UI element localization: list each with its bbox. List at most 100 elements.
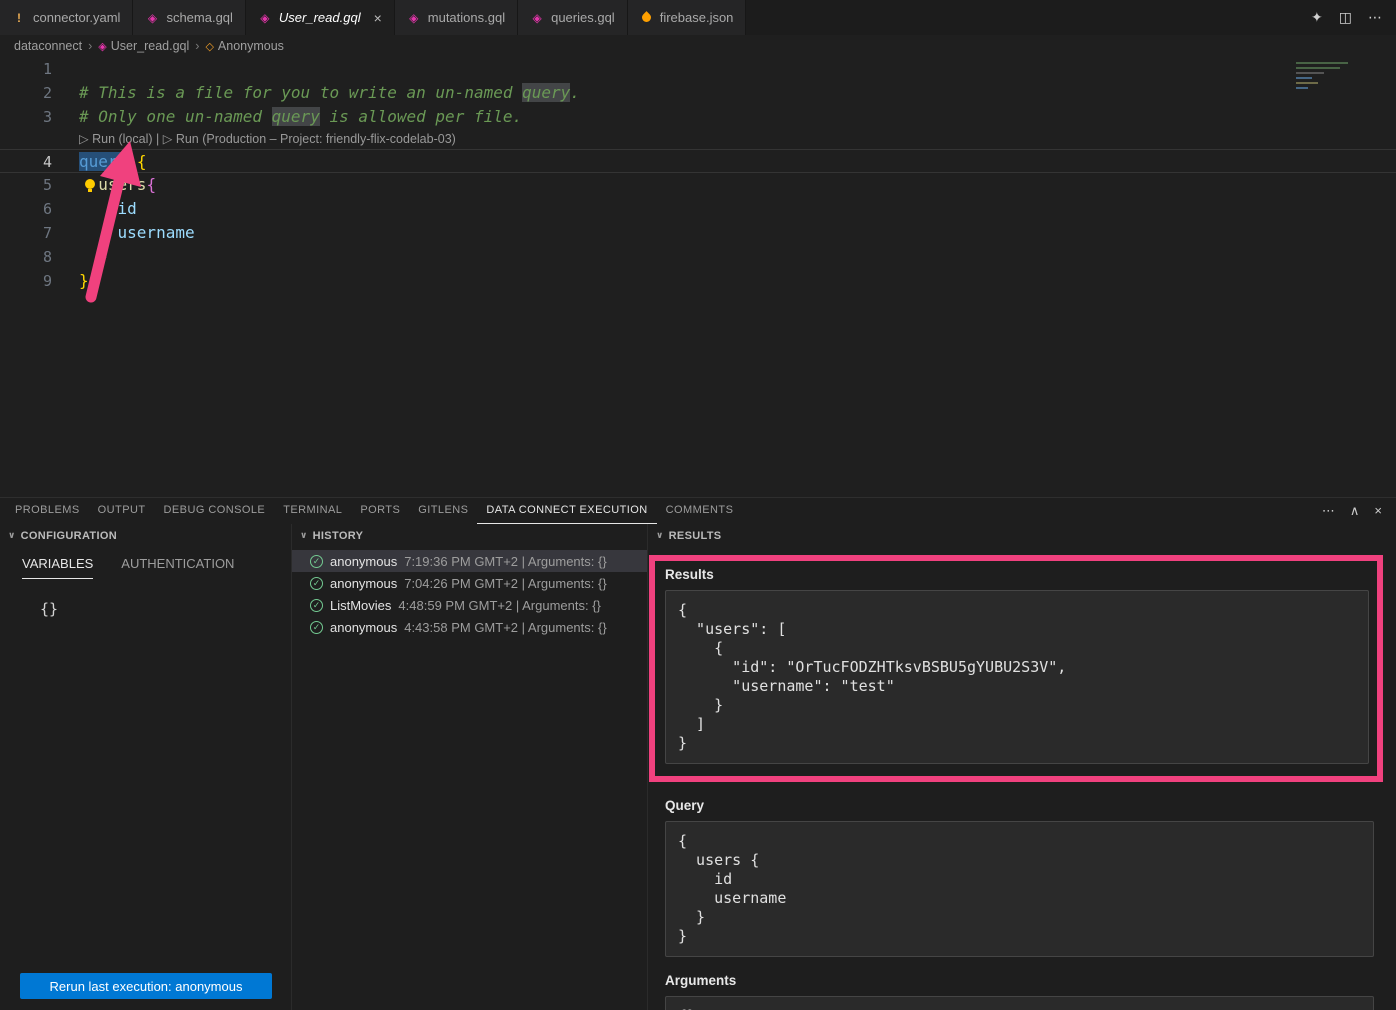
configuration-header[interactable]: ∨ CONFIGURATION bbox=[0, 524, 291, 547]
graphql-icon: ◈ bbox=[530, 11, 544, 25]
history-section: ∨ HISTORY ✓anonymous7:19:36 PM GMT+2 | A… bbox=[292, 524, 648, 1010]
panel-tab-gitlens[interactable]: GITLENS bbox=[409, 498, 477, 524]
code-text bbox=[62, 57, 79, 81]
minimap-mark bbox=[1296, 62, 1348, 64]
codelens: ▷ Run (local) | ▷ Run (Production – Proj… bbox=[0, 129, 1396, 149]
line-number: 9 bbox=[0, 269, 62, 293]
line-number: 8 bbox=[0, 245, 62, 269]
history-header[interactable]: ∨ HISTORY bbox=[292, 524, 647, 547]
tab-firebase-json[interactable]: firebase.json bbox=[628, 0, 747, 35]
panel-tab-terminal[interactable]: TERMINAL bbox=[274, 498, 351, 524]
code-lines: 12# This is a file for you to write an u… bbox=[0, 57, 1396, 293]
code-text: # This is a file for you to write an un-… bbox=[62, 81, 580, 105]
panel-tab-output[interactable]: OUTPUT bbox=[89, 498, 155, 524]
codelens-separator: | bbox=[153, 132, 163, 146]
tab-user-read-gql[interactable]: ◈User_read.gql× bbox=[246, 0, 395, 35]
pass-check-icon: ✓ bbox=[310, 555, 323, 568]
config-tab-variables[interactable]: VARIABLES bbox=[22, 556, 93, 579]
chevron-down-icon: ∨ bbox=[8, 530, 16, 541]
minimap-mark bbox=[1296, 87, 1308, 89]
code-token: username bbox=[118, 223, 195, 242]
code-token bbox=[79, 223, 118, 242]
code-token: query bbox=[522, 83, 570, 102]
panel-more-actions-icon[interactable]: ⋯ bbox=[1322, 503, 1335, 519]
result-code-results[interactable]: { "users": [ { "id": "OrTucFODZHTksvBSBU… bbox=[665, 590, 1369, 764]
breadcrumb-label: Anonymous bbox=[218, 39, 284, 53]
panel-toolbar: ⋯ ∧ × bbox=[1322, 503, 1396, 519]
code-text: query { bbox=[62, 150, 146, 172]
chevron-down-icon: ∨ bbox=[656, 530, 664, 541]
symbol-operation-icon: ◇ bbox=[205, 40, 213, 53]
code-token: } bbox=[79, 271, 89, 290]
rerun-execution-button[interactable]: Rerun last execution: anonymous bbox=[20, 973, 272, 999]
history-item-name: ListMovies bbox=[330, 598, 391, 613]
panel-tab-problems[interactable]: PROBLEMS bbox=[6, 498, 89, 524]
results-section: ∨ RESULTS Results { "users": [ { "id": "O… bbox=[648, 524, 1396, 1010]
code-editor[interactable]: 12# This is a file for you to write an u… bbox=[0, 57, 1396, 497]
tab-schema-gql[interactable]: ◈schema.gql bbox=[133, 0, 245, 35]
editor-tab-bar: !connector.yaml◈schema.gql◈User_read.gql… bbox=[0, 0, 1396, 35]
history-item-name: anonymous bbox=[330, 576, 397, 591]
variables-json-value[interactable]: {} bbox=[40, 600, 291, 618]
history-item[interactable]: ✓anonymous4:43:58 PM GMT+2 | Arguments: … bbox=[292, 616, 647, 638]
tab-label: firebase.json bbox=[660, 10, 734, 25]
breadcrumb-item-user-read-gql[interactable]: ◈ User_read.gql bbox=[98, 39, 189, 53]
tab-label: schema.gql bbox=[166, 10, 232, 25]
history-item[interactable]: ✓anonymous7:19:36 PM GMT+2 | Arguments: … bbox=[292, 550, 647, 572]
graphql-icon: ◈ bbox=[98, 40, 106, 53]
close-tab-icon[interactable]: × bbox=[374, 10, 382, 26]
result-code-arguments[interactable]: {} bbox=[665, 996, 1374, 1010]
tab-queries-gql[interactable]: ◈ queries.gql bbox=[518, 0, 628, 35]
close-panel-icon[interactable]: × bbox=[1374, 503, 1382, 519]
history-item-name: anonymous bbox=[330, 554, 397, 569]
minimap-mark bbox=[1296, 82, 1318, 84]
history-list: ✓anonymous7:19:36 PM GMT+2 | Arguments: … bbox=[292, 547, 647, 638]
panel-tab-comments[interactable]: COMMENTS bbox=[657, 498, 743, 524]
codelens-run-link[interactable]: ▷ Run (local) bbox=[79, 132, 153, 146]
minimap[interactable] bbox=[1296, 62, 1380, 92]
code-line: 7 username bbox=[0, 221, 1396, 245]
code-token: is allowed per file. bbox=[320, 107, 522, 126]
line-number: 5 bbox=[0, 173, 62, 197]
tab-label: mutations.gql bbox=[428, 10, 505, 25]
code-line: 5 users{ bbox=[0, 173, 1396, 197]
pass-check-icon: ✓ bbox=[310, 577, 323, 590]
result-section-arguments: Arguments{} bbox=[665, 973, 1374, 1010]
panel-tab-debug-console[interactable]: DEBUG CONSOLE bbox=[155, 498, 275, 524]
result-section-label: Results bbox=[665, 567, 1369, 582]
tab-mutations-gql[interactable]: ◈mutations.gql bbox=[395, 0, 518, 35]
lightbulb-icon[interactable] bbox=[85, 179, 95, 189]
breadcrumb-item-anonymous[interactable]: ◇ Anonymous bbox=[205, 39, 283, 53]
editor-toolbar: ✦ ◫ ⋯ bbox=[1311, 0, 1396, 35]
code-token: query bbox=[272, 107, 320, 126]
code-token bbox=[79, 199, 118, 218]
firebase-icon bbox=[640, 11, 653, 24]
codelens-run-link[interactable]: ▷ Run (Production – Project: friendly-fl… bbox=[163, 132, 456, 146]
tab-connector-yaml[interactable]: !connector.yaml bbox=[0, 0, 133, 35]
tab-label: queries.gql bbox=[551, 10, 615, 25]
results-header[interactable]: ∨ RESULTS bbox=[648, 524, 1396, 547]
more-actions-icon[interactable]: ⋯ bbox=[1368, 9, 1382, 26]
panel-tabs: PROBLEMSOUTPUTDEBUG CONSOLETERMINALPORTS… bbox=[6, 498, 742, 524]
code-token: } bbox=[98, 247, 108, 266]
code-token bbox=[127, 152, 137, 171]
maximize-panel-icon[interactable]: ∧ bbox=[1350, 503, 1360, 519]
gutter bbox=[0, 129, 62, 149]
breadcrumb-item-dataconnect[interactable]: dataconnect bbox=[14, 39, 82, 53]
code-text: id bbox=[62, 197, 137, 221]
code-text: username bbox=[62, 221, 195, 245]
result-code-query[interactable]: { users { id username } } bbox=[665, 821, 1374, 957]
config-tab-authentication[interactable]: AUTHENTICATION bbox=[121, 556, 234, 579]
split-editor-icon[interactable]: ◫ bbox=[1339, 9, 1352, 26]
code-line: 4query { bbox=[0, 149, 1396, 173]
copilot-sparkle-icon[interactable]: ✦ bbox=[1311, 9, 1323, 26]
code-line: 9} bbox=[0, 269, 1396, 293]
panel-tab-data-connect-execution[interactable]: DATA CONNECT EXECUTION bbox=[477, 498, 656, 524]
history-item[interactable]: ✓ListMovies4:48:59 PM GMT+2 | Arguments:… bbox=[292, 594, 647, 616]
code-text: users{ bbox=[62, 173, 156, 197]
breadcrumb-label: User_read.gql bbox=[111, 39, 190, 53]
history-item[interactable]: ✓anonymous7:04:26 PM GMT+2 | Arguments: … bbox=[292, 572, 647, 594]
code-token: query bbox=[79, 152, 127, 171]
panel-tab-ports[interactable]: PORTS bbox=[351, 498, 409, 524]
codelens-text: ▷ Run (local) | ▷ Run (Production – Proj… bbox=[62, 129, 456, 149]
